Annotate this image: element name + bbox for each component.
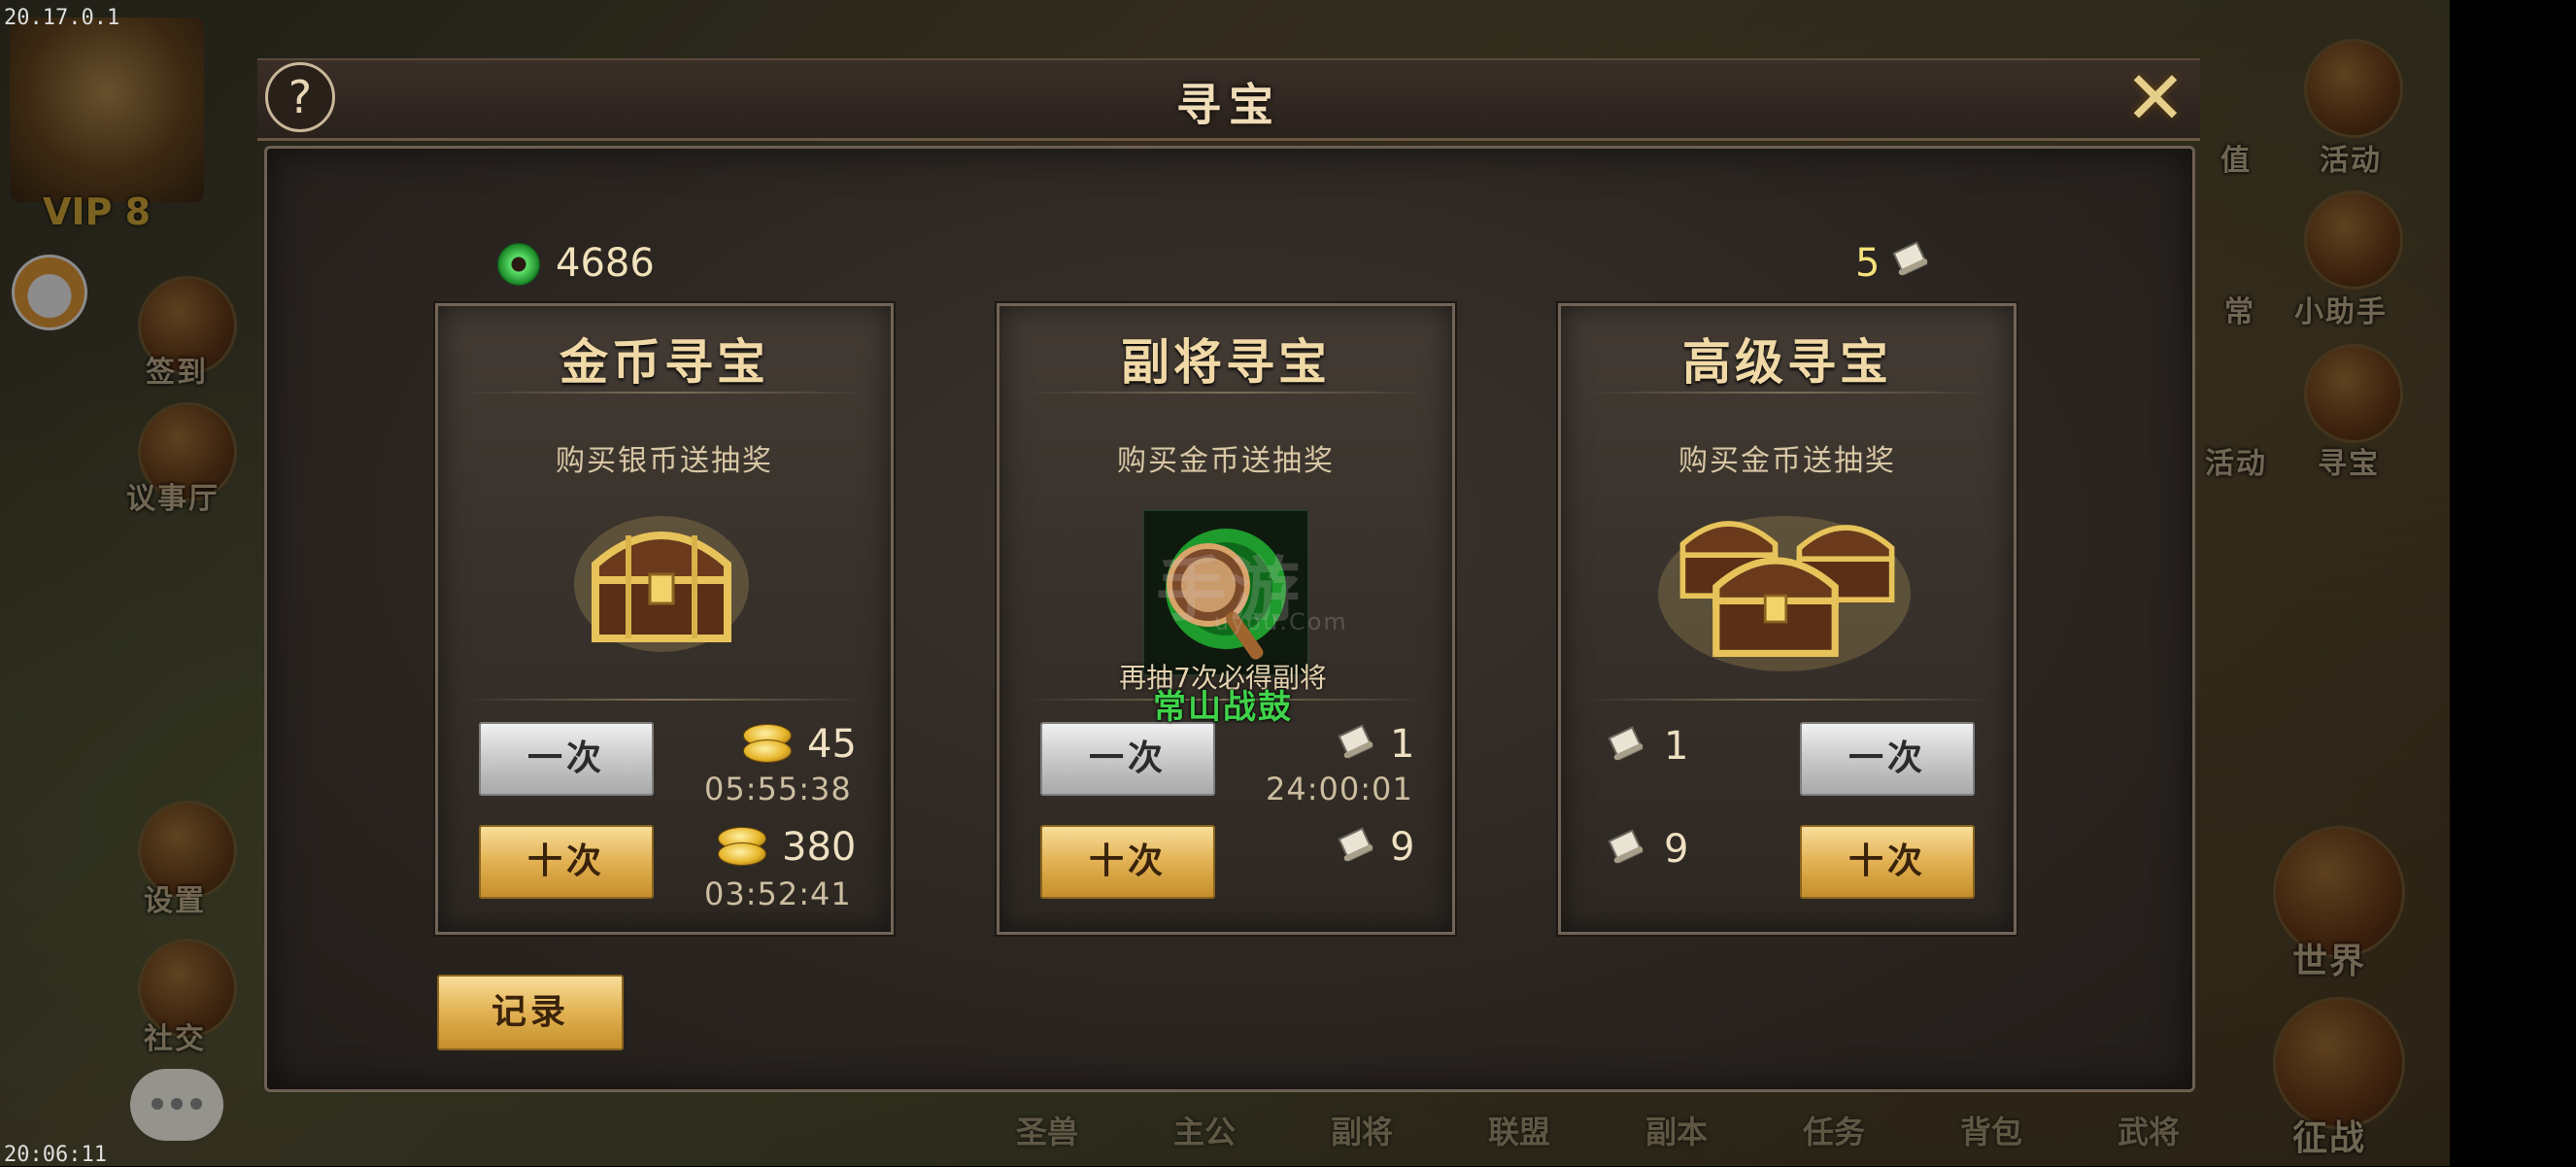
card-title: 副将寻宝 xyxy=(1121,334,1331,391)
ten-cost: 9 xyxy=(1390,825,1415,870)
watermark-sub: uyou.Com xyxy=(1214,608,1348,635)
ten-times-button[interactable]: 十次 xyxy=(1800,825,1975,899)
gold-coin-icon xyxy=(743,724,792,763)
divider xyxy=(1023,392,1429,394)
gold-treasure-card: 金币寻宝 购买银币送抽奖 一次 45 05:55:38 十次 380 03:52… xyxy=(435,303,894,935)
once-cost: 1 xyxy=(1664,724,1689,769)
once-timer: 24:00:01 xyxy=(1266,771,1413,807)
dialog-title: 寻宝 xyxy=(1176,79,1281,131)
scroll-icon xyxy=(1336,724,1376,761)
once-cost: 1 xyxy=(1390,722,1415,767)
treasure-chest-icon xyxy=(574,516,749,652)
divider xyxy=(1584,699,1990,701)
debug-clock: 20:06:11 xyxy=(4,1143,107,1167)
ten-cost: 380 xyxy=(782,825,857,870)
question-icon[interactable]: ? xyxy=(265,62,335,132)
close-icon[interactable]: ✕ xyxy=(2121,61,2189,135)
divider xyxy=(461,699,867,701)
once-button[interactable]: 一次 xyxy=(1800,722,1975,796)
scroll-amount: 5 xyxy=(1855,241,1881,286)
card-title: 金币寻宝 xyxy=(559,334,769,391)
scroll-icon xyxy=(1890,241,1931,278)
debug-version: 20.17.0.1 xyxy=(4,6,120,30)
jade-icon xyxy=(497,243,540,286)
scroll-icon xyxy=(1606,829,1646,866)
divider xyxy=(461,392,867,394)
scroll-icon xyxy=(1336,827,1376,864)
card-title: 高级寻宝 xyxy=(1682,334,1892,391)
ten-cost: 9 xyxy=(1664,827,1689,872)
ten-times-button[interactable]: 十次 xyxy=(479,825,654,899)
record-button[interactable]: 记录 xyxy=(437,975,624,1050)
once-button[interactable]: 一次 xyxy=(1040,722,1215,796)
once-cost: 45 xyxy=(807,722,857,767)
dialog-title-bar: 寻宝 xyxy=(257,58,2200,141)
ten-times-button[interactable]: 十次 xyxy=(1040,825,1215,899)
chat-icon[interactable] xyxy=(130,1069,223,1141)
scroll-icon xyxy=(1606,726,1646,763)
card-subtitle: 购买银币送抽奖 xyxy=(556,444,773,478)
advanced-treasure-card: 高级寻宝 购买金币送抽奖 1 一次 9 十次 xyxy=(1558,303,2017,935)
once-button[interactable]: 一次 xyxy=(479,722,654,796)
divider xyxy=(1023,699,1429,701)
jade-amount: 4686 xyxy=(556,241,655,286)
treasure-chest-icon xyxy=(1658,516,1911,671)
gold-coin-icon xyxy=(718,827,766,866)
screen-edge xyxy=(2450,0,2576,1166)
ten-timer: 03:52:41 xyxy=(704,875,852,912)
once-timer: 05:55:38 xyxy=(704,771,852,807)
card-subtitle: 购买金币送抽奖 xyxy=(1678,444,1896,478)
divider xyxy=(1584,392,1990,394)
card-subtitle: 购买金币送抽奖 xyxy=(1117,444,1335,478)
